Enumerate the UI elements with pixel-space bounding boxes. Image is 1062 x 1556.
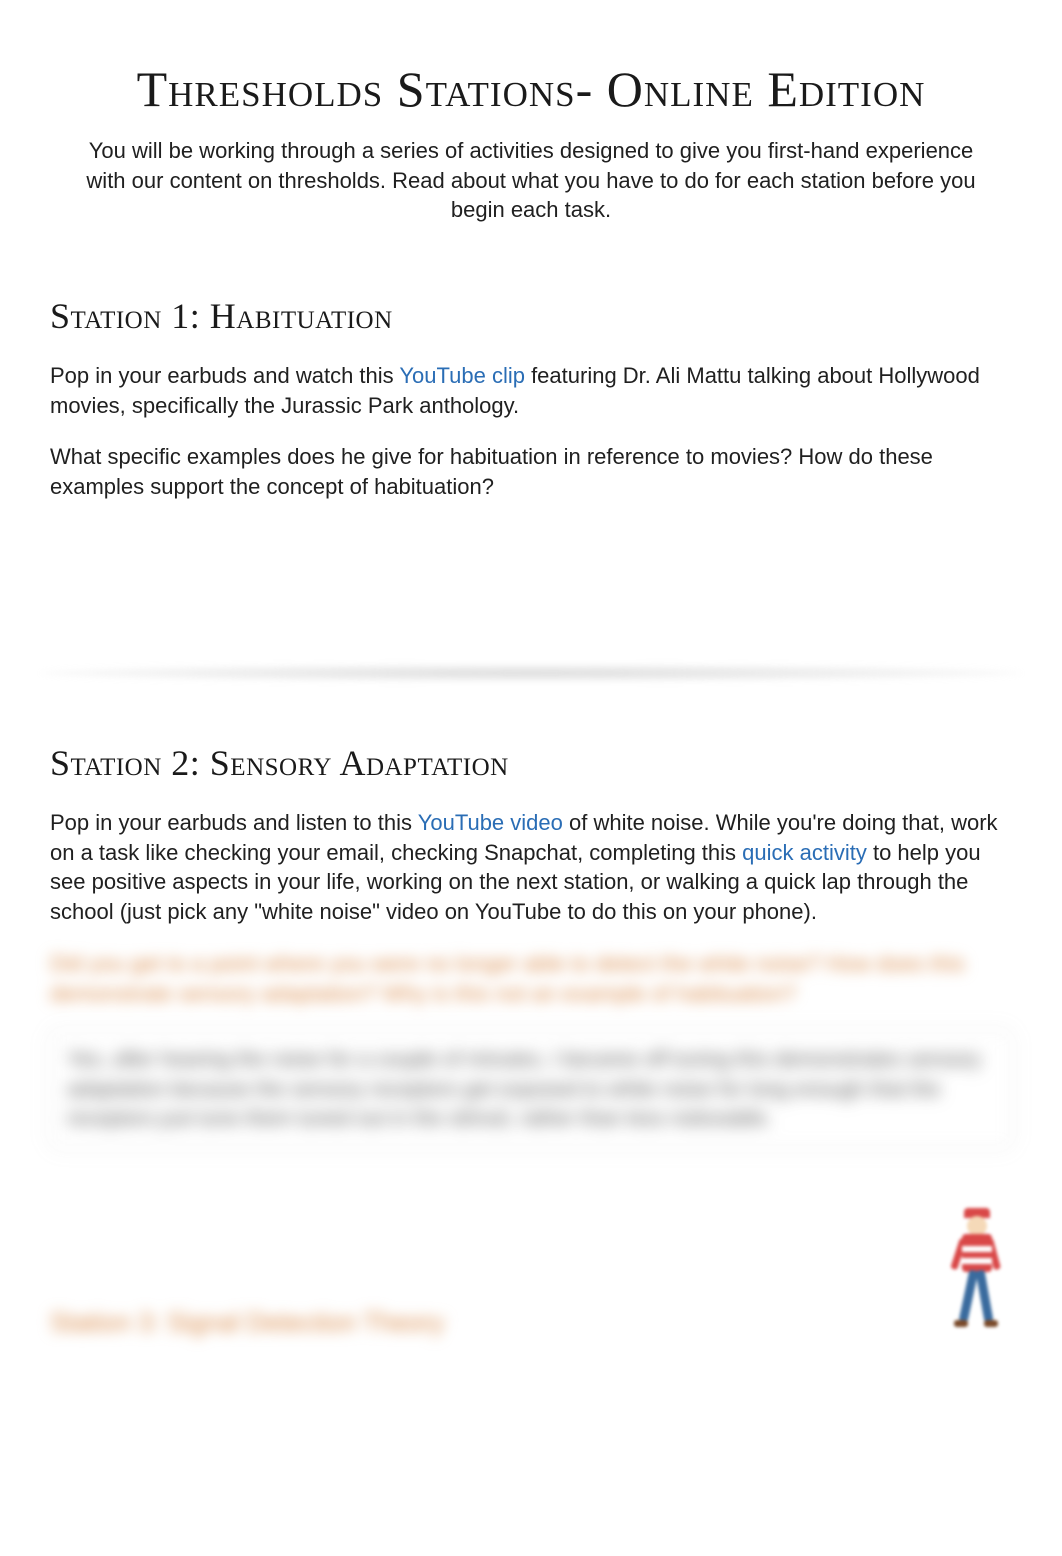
waldo-character-image xyxy=(942,1208,1012,1338)
answer-space xyxy=(50,524,1012,664)
text-segment: Pop in your earbuds and listen to this xyxy=(50,810,418,835)
quick-activity-link[interactable]: quick activity xyxy=(742,840,867,865)
station2-paragraph1: Pop in your earbuds and listen to this Y… xyxy=(50,808,1012,927)
bottom-row: Station 3: Signal Detection Theory xyxy=(50,1208,1012,1338)
youtube-video-link[interactable]: YouTube video xyxy=(418,810,563,835)
page-title: Thresholds Stations- Online Edition xyxy=(50,60,1012,118)
station1-question: What specific examples does he give for … xyxy=(50,442,1012,501)
station2-blurred-question: Did you get to a point where you were no… xyxy=(50,949,1012,1011)
station2-heading: Station 2: Sensory Adaptation xyxy=(50,742,1012,784)
station3-blurred-heading: Station 3: Signal Detection Theory xyxy=(50,1307,444,1338)
text-segment: Pop in your earbuds and watch this xyxy=(50,363,399,388)
station1-heading: Station 1: Habituation xyxy=(50,295,1012,337)
station1-paragraph1: Pop in your earbuds and watch this YouTu… xyxy=(50,361,1012,420)
youtube-clip-link[interactable]: YouTube clip xyxy=(399,363,525,388)
station2-blurred-answer: Yes, after hearing the noise for a coupl… xyxy=(50,1030,1012,1148)
intro-text: You will be working through a series of … xyxy=(80,136,982,225)
section-divider xyxy=(40,664,1022,682)
